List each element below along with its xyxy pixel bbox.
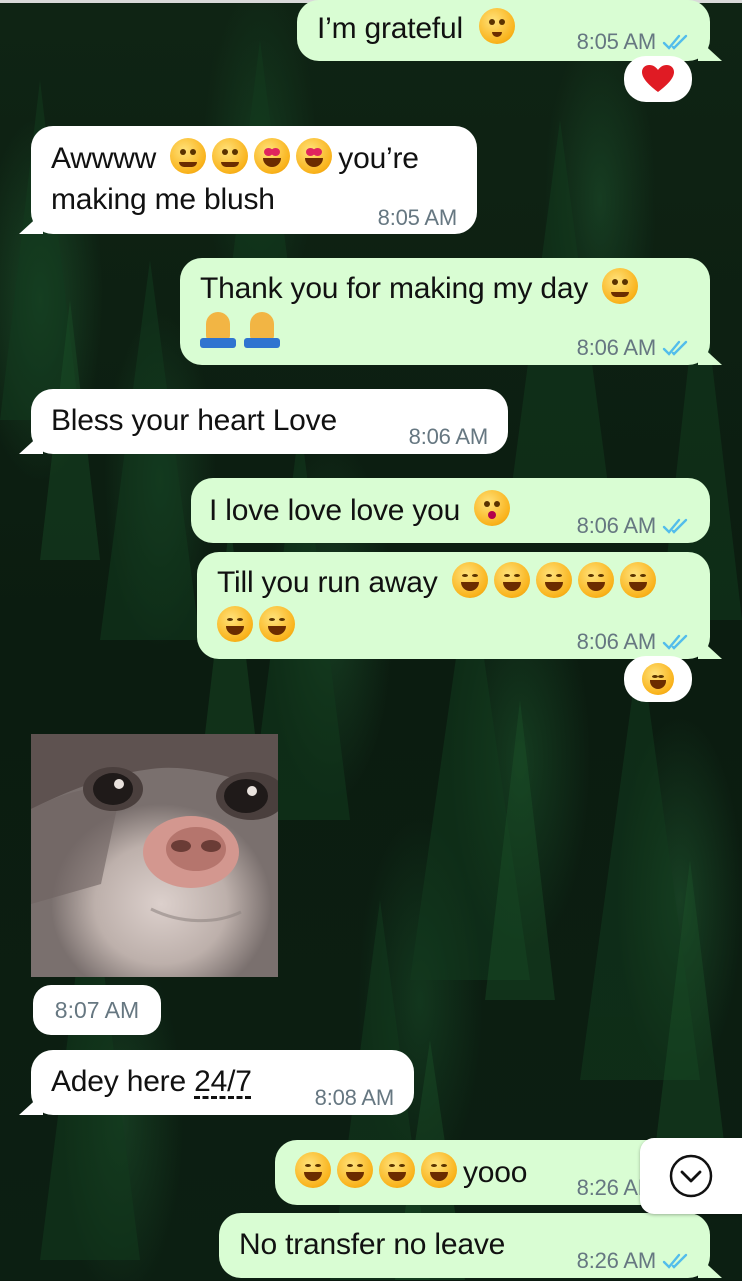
smiling-hearts-icon [212,138,249,174]
message-outgoing[interactable]: Till you run away 8:06 AM [197,552,722,659]
detected-text-link[interactable]: 24/7 [194,1065,252,1098]
heart-eyes-icon [296,138,333,174]
cat-face-image [31,734,278,923]
rolling-laughing-icon [259,606,295,642]
laughing-face-icon [421,1152,457,1188]
message-text: Adey here [51,1065,195,1098]
smiling-hearts-icon [170,138,207,174]
message-incoming[interactable]: Bless your heart Love 8:06 AM [19,389,508,454]
smiling-hearts-icon [602,268,639,304]
image-timestamp: 8:07 AM [33,985,161,1035]
message-text: Thank you for making my day [200,272,589,305]
message-incoming[interactable]: Awwww you’re making me blush 8:05 AM [19,126,477,234]
message-text: Awwww [51,142,157,175]
cat-photo-sticker[interactable] [31,734,278,977]
rolling-laughing-icon [217,606,253,642]
rolling-laughing-icon [577,562,614,598]
message-time: 8:05 AM [377,205,458,230]
chevron-down-icon [669,1154,713,1198]
folded-hands-icon [198,310,238,350]
message-time: 8:26 AM [576,1248,657,1273]
message-text: Bless your heart Love [51,404,337,437]
message-outgoing[interactable]: I’m grateful 8:05 AM [297,0,722,61]
reaction-heart[interactable] [624,56,692,102]
kissing-face-icon [474,490,511,526]
rolling-laughing-icon [619,562,656,598]
message-text: yooo [463,1156,528,1189]
rolling-laughing-icon [493,562,530,598]
heart-icon [642,65,674,92]
read-ticks-icon [662,634,688,650]
rolling-laughing-icon [451,562,488,598]
message-text: I love love love you [209,494,461,527]
message-outgoing[interactable]: I love love love you 8:06 AM [191,478,710,543]
read-ticks-icon [662,1253,688,1269]
message-text: Till you run away [217,566,438,599]
laughing-face-icon [379,1152,415,1188]
rolling-laughing-icon [535,562,572,598]
message-text: you’re [338,142,419,175]
laughing-face-icon [642,663,674,695]
folded-hands-icon [242,310,282,350]
laughing-face-icon [337,1152,373,1188]
laughing-face-icon [295,1152,331,1188]
message-text: I’m grateful [317,12,463,45]
message-time: 8:06 AM [576,513,657,538]
pleading-face-icon [479,8,516,44]
message-time: 8:06 AM [576,335,657,360]
message-time: 8:08 AM [314,1085,395,1110]
read-ticks-icon [662,518,688,534]
message-text: making me blush [51,183,275,216]
read-ticks-icon [662,34,688,50]
scroll-to-bottom-button[interactable] [640,1138,742,1214]
reaction-laughing[interactable] [624,656,692,702]
heart-eyes-icon [254,138,291,174]
message-incoming[interactable]: Adey here 24/7 8:08 AM [19,1050,414,1115]
message-time: 8:06 AM [408,424,489,449]
read-ticks-icon [662,340,688,356]
message-text: No transfer no leave [239,1228,506,1261]
message-outgoing[interactable]: Thank you for making my day 8:06 AM [180,258,722,365]
message-outgoing[interactable]: No transfer no leave 8:26 AM [219,1213,722,1278]
